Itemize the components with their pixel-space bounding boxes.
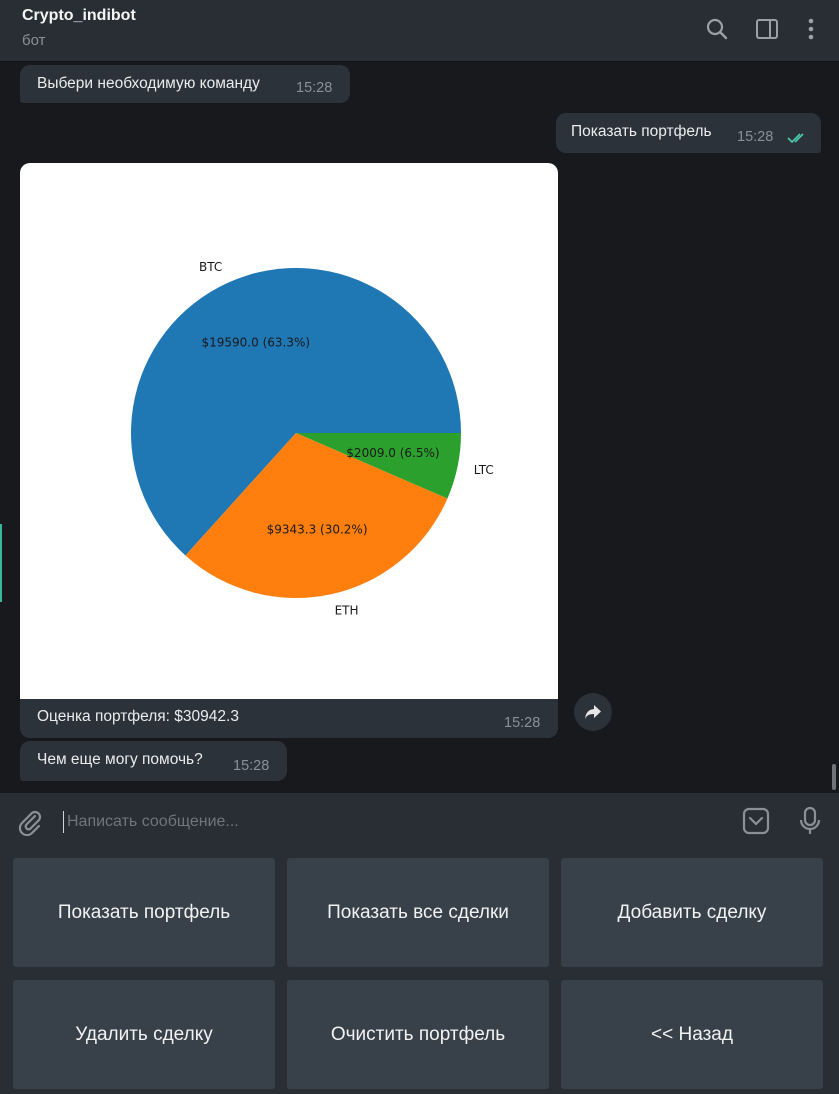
message-text: Показать портфель — [571, 123, 712, 140]
chat-messages-area[interactable]: Выбери необходимую команду 15:28 Показат… — [0, 62, 839, 793]
more-vertical-icon[interactable] — [798, 16, 824, 42]
message-time: 15:28 — [233, 758, 270, 774]
message-time: 15:28 — [504, 715, 541, 731]
message-text: Чем еще могу помочь? — [37, 751, 203, 768]
microphone-icon[interactable] — [797, 806, 823, 841]
message-input[interactable]: Написать сообщение... — [67, 813, 239, 831]
message-text: Выбери необходимую команду — [37, 75, 260, 92]
chat-scrollbar[interactable] — [832, 764, 836, 790]
search-icon[interactable] — [704, 16, 730, 42]
chat-title[interactable]: Crypto_indibot — [22, 7, 136, 25]
text-cursor — [63, 811, 64, 833]
pie-value-label-btc: $19590.0 (63.3%) — [202, 336, 311, 350]
message-text: Оценка портфеля: $30942.3 — [37, 708, 239, 725]
delete-trade-button[interactable]: Удалить сделку — [13, 980, 275, 1089]
message-bubble-incoming[interactable]: Чем еще могу помочь? 15:28 — [20, 741, 287, 781]
pie-label-eth: ETH — [335, 603, 359, 617]
pie-label-btc: BTC — [199, 260, 222, 274]
read-checkmarks-icon — [787, 131, 809, 149]
emoji-icon[interactable] — [742, 807, 770, 840]
message-time: 15:28 — [296, 80, 333, 96]
clear-portfolio-button[interactable]: Очистить портфель — [287, 980, 549, 1089]
pie-value-label-eth: $9343.3 (30.2%) — [267, 523, 368, 537]
pie-label-ltc: LTC — [474, 463, 494, 477]
pie-chart: BTC $19590.0 (63.3%) ETH $9343.3 (30.2%) LTC… — [130, 260, 494, 617]
back-button[interactable]: << Назад — [561, 980, 823, 1089]
sidebar-toggle-icon[interactable] — [754, 16, 780, 42]
bot-reply-keyboard: Показать портфель Показать все сделки До… — [0, 851, 839, 1094]
message-photo-bubble[interactable]: BTC $19590.0 (63.3%) ETH $9343.3 (30.2%) LTC… — [20, 163, 558, 738]
message-composer: Написать сообщение... — [0, 793, 839, 851]
pie-value-label-ltc: $2009.0 (6.5%) — [346, 446, 439, 460]
selection-accent — [0, 524, 2, 602]
portfolio-pie-chart-image[interactable]: BTC $19590.0 (63.3%) ETH $9343.3 (30.2%) LTC… — [20, 163, 558, 699]
message-bubble-outgoing[interactable]: Показать портфель 15:28 — [556, 113, 821, 153]
add-trade-button[interactable]: Добавить сделку — [561, 858, 823, 967]
chat-subtitle: бот — [22, 32, 46, 49]
show-portfolio-button[interactable]: Показать портфель — [13, 858, 275, 967]
paperclip-icon[interactable] — [16, 808, 44, 841]
message-bubble-incoming[interactable]: Выбери необходимую команду 15:28 — [20, 65, 350, 103]
share-icon[interactable] — [574, 693, 612, 731]
chat-header: Crypto_indibot бот — [0, 0, 839, 62]
message-time: 15:28 — [737, 129, 774, 145]
show-all-trades-button[interactable]: Показать все сделки — [287, 858, 549, 967]
